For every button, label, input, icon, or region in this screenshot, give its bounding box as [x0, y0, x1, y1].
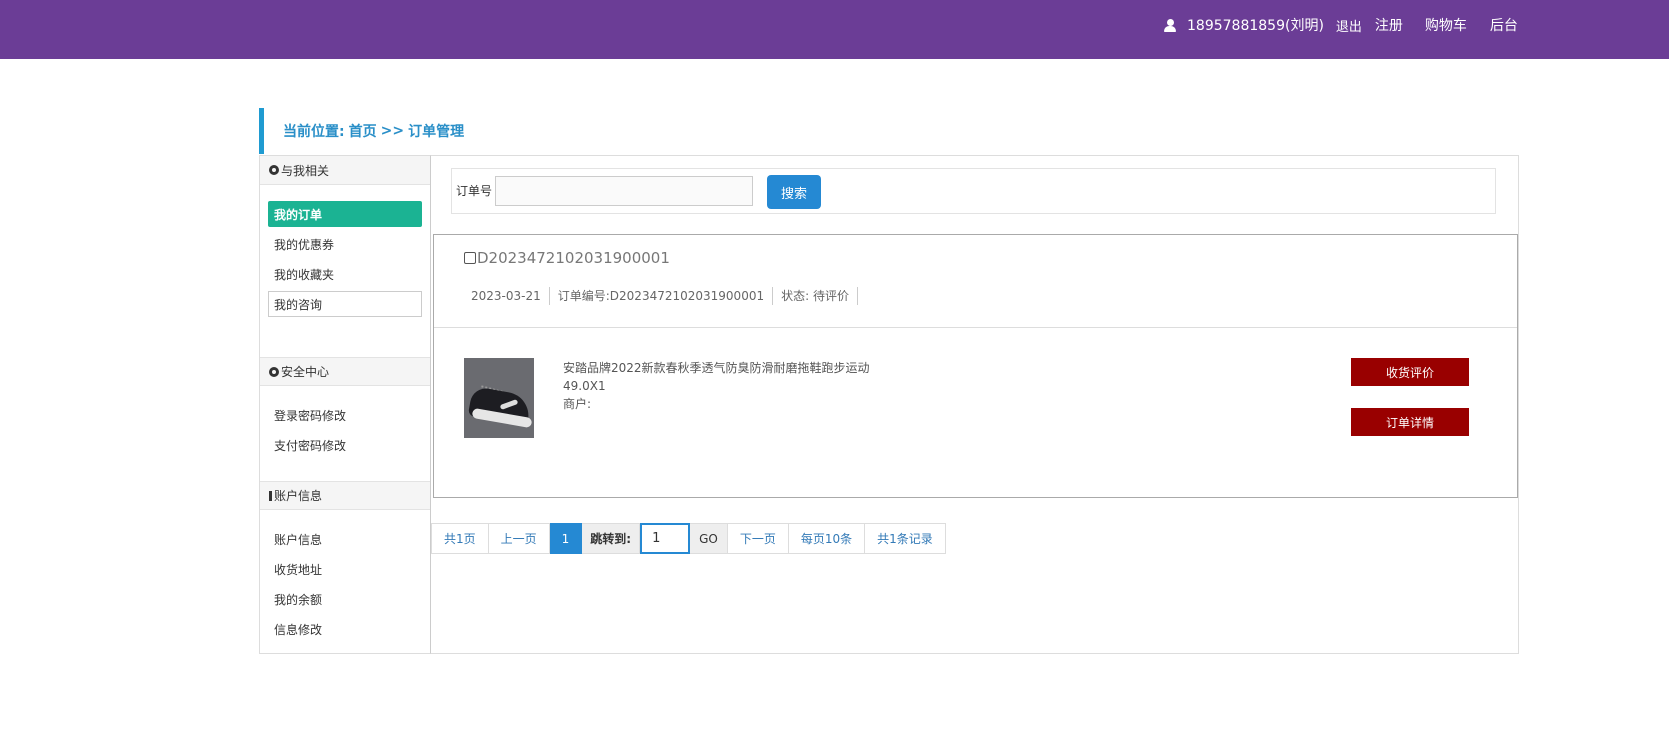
order-number: 订单编号:D2023472102031900001 [550, 287, 774, 305]
breadcrumb-label: 当前位置: [283, 124, 345, 140]
pager-jump-input[interactable]: 1 [640, 523, 691, 554]
order-meta: 2023-03-21 订单编号:D2023472102031900001 状态:… [469, 287, 858, 305]
pagination: 共1页 上一页 1 跳转到: 1 GO 下一页 每页10条 共1条记录 [431, 523, 946, 554]
search-bar: 订单号 搜索 [451, 168, 1496, 214]
sidebar-item-my-balance[interactable]: 我的余额 [268, 586, 422, 612]
order-date: 2023-03-21 [469, 287, 550, 305]
user-name-link[interactable]: 18957881859(刘明) [1187, 15, 1324, 35]
top-nav: 18957881859(刘明) 退出 注册 购物车 后台 [1164, 15, 1518, 35]
order-id: D2023472102031900001 [464, 249, 670, 267]
sidebar-section-security: 安全中心 [260, 357, 430, 386]
product-name[interactable]: 安踏品牌2022新款春秋季透气防臭防滑耐磨拖鞋跑步运动 [563, 359, 870, 377]
top-bar: 18957881859(刘明) 退出 注册 购物车 后台 [0, 0, 1669, 59]
pager-total-records: 共1条记录 [865, 523, 946, 554]
product-info: 安踏品牌2022新款春秋季透气防臭防滑耐磨拖鞋跑步运动 49.0X1 商户: [563, 359, 870, 413]
order-status: 状态: 待评价 [773, 287, 858, 305]
cart-link[interactable]: 购物车 [1425, 15, 1467, 35]
register-link[interactable]: 注册 [1375, 15, 1403, 35]
order-number-input[interactable] [495, 176, 753, 206]
order-checkbox[interactable] [464, 252, 476, 264]
sidebar: 与我相关 我的订单 我的优惠券 我的收藏夹 我的咨询 安全中心 登录密码修改 支… [259, 155, 431, 654]
pager-jump-label: 跳转到: [582, 523, 641, 554]
breadcrumb-separator: >> [380, 123, 405, 139]
sidebar-section-title: 与我相关 [281, 163, 330, 178]
order-card: D2023472102031900001 2023-03-21 订单编号:D20… [433, 234, 1518, 498]
sidebar-item-my-coupons[interactable]: 我的优惠券 [268, 231, 422, 257]
pager-prev-button[interactable]: 上一页 [488, 523, 550, 554]
search-button[interactable]: 搜索 [767, 175, 821, 209]
sidebar-item-account-info[interactable]: 账户信息 [268, 526, 422, 552]
sidebar-section-title: 安全中心 [281, 365, 330, 379]
sidebar-item-my-favorites[interactable]: 我的收藏夹 [268, 261, 422, 287]
sidebar-item-my-orders[interactable]: 我的订单 [268, 201, 422, 227]
gear-icon [269, 366, 279, 377]
pager-next-button[interactable]: 下一页 [727, 523, 789, 554]
product-merchant: 商户: [563, 397, 592, 411]
order-detail-button[interactable]: 订单详情 [1351, 408, 1469, 436]
breadcrumb-home-link[interactable]: 首页 [349, 121, 377, 141]
user-icon [1164, 18, 1176, 32]
sidebar-section-account: 账户信息 [260, 481, 430, 510]
sidebar-section-title: 账户信息 [274, 489, 323, 503]
sidebar-section-about-me: 与我相关 [260, 156, 430, 185]
product-image[interactable] [464, 358, 534, 438]
order-header: D2023472102031900001 2023-03-21 订单编号:D20… [434, 235, 1517, 328]
breadcrumb: 当前位置: 首页 >> 订单管理 [259, 108, 468, 154]
pager-total-pages: 共1页 [431, 523, 489, 554]
sidebar-item-shipping-address[interactable]: 收货地址 [268, 556, 422, 582]
sidebar-item-pay-password[interactable]: 支付密码修改 [268, 432, 422, 458]
sidebar-item-my-inquiries[interactable]: 我的咨询 [268, 291, 422, 317]
admin-link[interactable]: 后台 [1490, 15, 1518, 35]
pager-page-1[interactable]: 1 [549, 523, 583, 554]
review-button[interactable]: 收货评价 [1351, 358, 1469, 386]
info-icon [269, 490, 272, 501]
logout-link[interactable]: 退出 [1336, 16, 1362, 35]
pager-per-page[interactable]: 每页10条 [788, 523, 866, 554]
search-label: 订单号 [456, 184, 493, 198]
product-price-qty: 49.0X1 [563, 379, 606, 393]
breadcrumb-current: 订单管理 [408, 124, 465, 140]
main-panel: 订单号 搜索 D2023472102031900001 2023-03-21 订… [430, 155, 1519, 654]
pager-go-button[interactable]: GO [690, 523, 728, 554]
sidebar-item-edit-info[interactable]: 信息修改 [268, 616, 422, 642]
sidebar-item-login-password[interactable]: 登录密码修改 [268, 402, 422, 428]
order-id-text: D2023472102031900001 [477, 249, 670, 267]
gear-icon [269, 165, 279, 175]
